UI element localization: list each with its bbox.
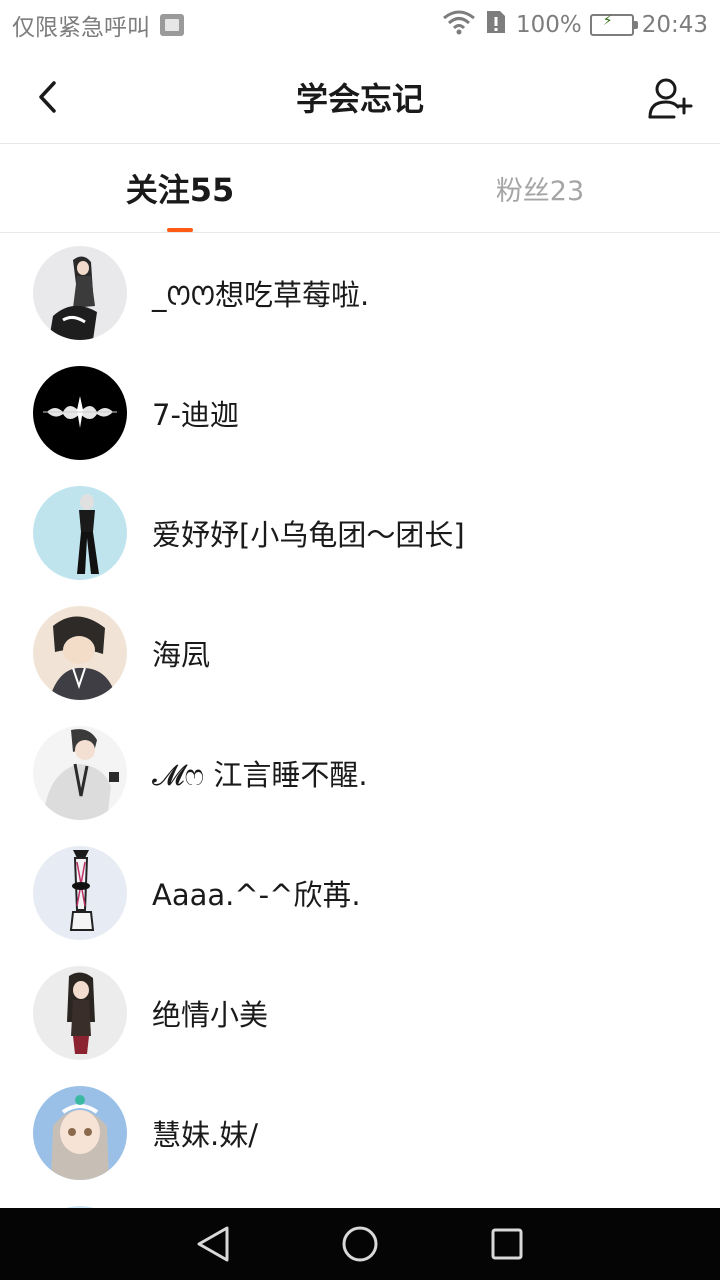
title-bar: 学会忘记	[0, 50, 720, 144]
user-name: Aaaa.^-^欣苒.	[152, 878, 361, 912]
back-triangle-icon	[197, 1226, 229, 1262]
avatar	[33, 606, 127, 700]
list-item[interactable]: 爱妤妤[小乌龟团～团长]	[0, 473, 720, 593]
recents-square-icon	[491, 1228, 523, 1260]
charging-bolt-icon: ⚡	[602, 13, 613, 29]
back-button[interactable]	[24, 72, 74, 122]
following-list: _ꯁꯁ想吃草莓啦. 7-迪迦 爱妤妤[小乌龟团～团长] 海凨 𝓜ෆ 江言睡不醒.…	[0, 233, 720, 1208]
list-item[interactable]: Aaaa.^-^欣苒.	[0, 833, 720, 953]
user-name: _ꯁꯁ想吃草莓啦.	[152, 277, 370, 312]
clock: 20:43	[641, 12, 708, 38]
avatar	[33, 486, 127, 580]
tab-bar: 关注55 粉丝23	[0, 144, 720, 233]
avatar	[33, 966, 127, 1060]
tab-fans-label: 粉丝23	[495, 175, 585, 207]
nav-home-button[interactable]	[330, 1214, 390, 1274]
avatar	[33, 246, 127, 340]
add-user-icon	[648, 78, 693, 119]
back-chevron-icon	[39, 81, 56, 113]
avatar	[33, 366, 127, 460]
list-item[interactable]	[0, 1193, 720, 1208]
battery-percent: 100%	[515, 12, 582, 38]
tab-following[interactable]: 关注55	[0, 144, 360, 232]
sim-alert-icon	[484, 9, 508, 41]
home-circle-icon	[342, 1226, 378, 1262]
list-item[interactable]: 绝情小美	[0, 953, 720, 1073]
status-bar: 仅限紧急呼叫 100% ⚡ 20:43	[0, 0, 720, 50]
battery-icon: ⚡	[589, 13, 638, 36]
user-name: 7-迪迦	[152, 398, 239, 432]
avatar	[33, 1086, 127, 1180]
list-item[interactable]: _ꯁꯁ想吃草莓啦.	[0, 233, 720, 353]
user-name: 爱妤妤[小乌龟团～团长]	[152, 518, 465, 552]
tab-following-label: 关注55	[125, 171, 235, 209]
user-name: 海凨	[152, 638, 211, 672]
user-name: 慧妹.妹/	[152, 1118, 258, 1152]
tab-fans[interactable]: 粉丝23	[360, 144, 720, 232]
wifi-icon	[442, 9, 476, 41]
list-item[interactable]: 海凨	[0, 593, 720, 713]
avatar	[33, 726, 127, 820]
page-title: 学会忘记	[295, 79, 424, 118]
list-item[interactable]: 𝓜ෆ 江言睡不醒.	[0, 713, 720, 833]
list-item[interactable]: 慧妹.妹/	[0, 1073, 720, 1193]
image-notification-icon	[160, 14, 184, 36]
active-tab-indicator	[167, 228, 193, 232]
user-name: 绝情小美	[152, 998, 269, 1032]
user-name: 𝓜ෆ 江言睡不醒.	[152, 758, 368, 792]
add-user-button[interactable]	[642, 70, 698, 126]
carrier-text: 仅限紧急呼叫	[12, 15, 150, 41]
nav-back-button[interactable]	[183, 1214, 243, 1274]
avatar	[33, 846, 127, 940]
nav-recents-button[interactable]	[477, 1214, 537, 1274]
system-nav-bar	[0, 1208, 720, 1280]
list-item[interactable]: 7-迪迦	[0, 353, 720, 473]
